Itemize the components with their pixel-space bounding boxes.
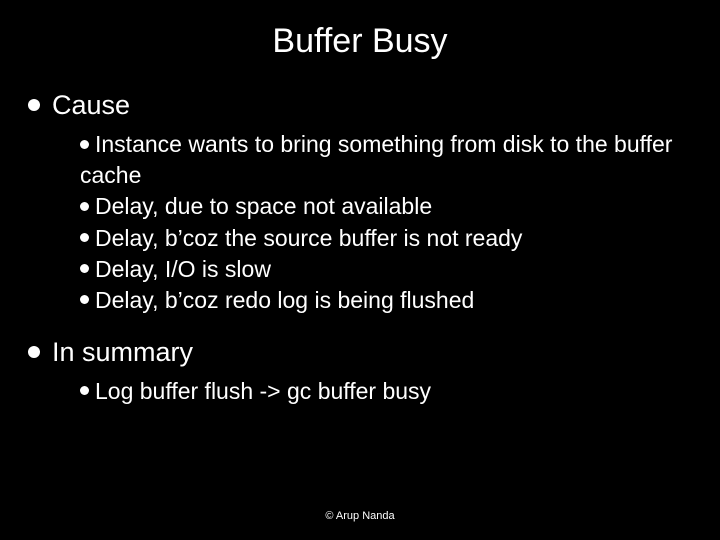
list-item: Instance wants to bring something from d… — [80, 129, 690, 191]
bullet-icon — [80, 233, 89, 242]
list-item: Log buffer flush -> gc buffer busy — [80, 376, 690, 407]
slide-content: Cause Instance wants to bring something … — [0, 89, 720, 407]
bullet-icon — [80, 140, 89, 149]
bullet-icon — [80, 386, 89, 395]
list-item: Delay, b’coz the source buffer is not re… — [80, 223, 690, 254]
cause-sublist: Instance wants to bring something from d… — [28, 129, 700, 315]
footer-copyright: © Arup Nanda — [0, 510, 720, 522]
bullet-cause: Cause — [28, 89, 700, 121]
list-item-text: Instance wants to bring something from d… — [80, 131, 672, 188]
bullet-icon — [80, 202, 89, 211]
bullet-label: Cause — [52, 89, 130, 121]
list-item: Delay, I/O is slow — [80, 254, 690, 285]
bullet-summary: In summary — [28, 336, 700, 368]
list-item: Delay, due to space not available — [80, 191, 690, 222]
bullet-icon — [28, 99, 40, 111]
list-item-text: Log buffer flush -> gc buffer busy — [95, 378, 431, 404]
bullet-icon — [80, 295, 89, 304]
bullet-icon — [80, 264, 89, 273]
list-item-text: Delay, I/O is slow — [95, 256, 271, 282]
list-item: Delay, b’coz redo log is being flushed — [80, 285, 690, 316]
list-item-text: Delay, b’coz redo log is being flushed — [95, 287, 474, 313]
list-item-text: Delay, due to space not available — [95, 193, 432, 219]
list-item-text: Delay, b’coz the source buffer is not re… — [95, 225, 522, 251]
slide-title: Buffer Busy — [0, 0, 720, 89]
bullet-label: In summary — [52, 336, 193, 368]
bullet-icon — [28, 346, 40, 358]
summary-sublist: Log buffer flush -> gc buffer busy — [28, 376, 700, 407]
